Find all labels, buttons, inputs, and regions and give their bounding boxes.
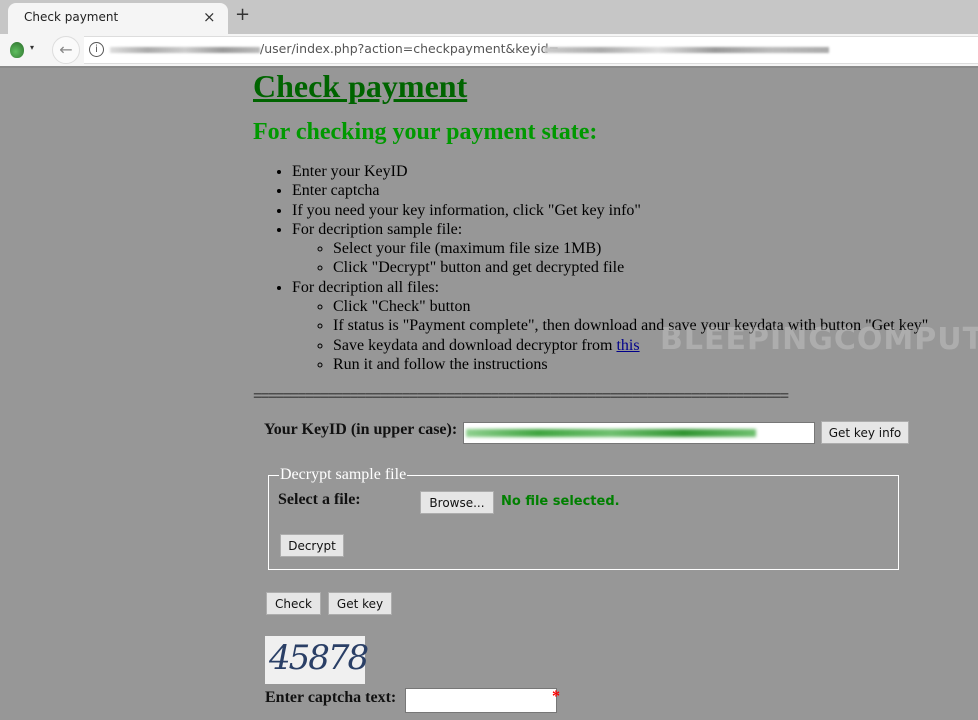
captcha-input[interactable]	[405, 688, 557, 713]
fieldset-legend: Decrypt sample file	[280, 466, 407, 483]
sample-steps-list: Select your file (maximum file size 1MB)…	[292, 239, 953, 278]
list-item: Enter captcha	[292, 181, 953, 200]
list-item: Select your file (maximum file size 1MB)	[333, 239, 953, 258]
get-key-button[interactable]: Get key	[328, 592, 392, 615]
file-status: No file selected.	[501, 494, 620, 509]
keyid-label: Your KeyID (in upper case):	[264, 421, 458, 438]
list-item-label: For decription all files:	[292, 278, 440, 296]
chevron-down-icon[interactable]: ▾	[30, 43, 34, 52]
captcha-image: 45878	[265, 636, 369, 684]
tab-bar: Check payment × +	[0, 0, 978, 34]
close-icon[interactable]: ×	[203, 8, 216, 26]
decrypt-button[interactable]: Decrypt	[280, 534, 344, 557]
list-item: Enter your KeyID	[292, 162, 953, 181]
list-item-label: For decription sample file:	[292, 220, 463, 238]
url-redacted-keyid	[544, 47, 829, 53]
new-tab-icon[interactable]: +	[235, 4, 250, 25]
list-item: If you need your key information, click …	[292, 201, 953, 220]
all-steps-list: Click "Check" button If status is "Payme…	[292, 297, 953, 374]
list-item: If status is "Payment complete", then do…	[333, 316, 953, 335]
address-bar[interactable]: i /user/index.php?action=checkpayment&ke…	[84, 36, 978, 64]
get-key-info-button[interactable]: Get key info	[821, 421, 909, 444]
check-button[interactable]: Check	[266, 592, 321, 615]
list-item: Run it and follow the instructions	[333, 355, 953, 374]
decryptor-link[interactable]: this	[616, 337, 639, 354]
decrypt-sample-fieldset: Decrypt sample file	[268, 466, 899, 570]
page-title: Check payment	[253, 68, 468, 104]
select-file-label: Select a file:	[278, 491, 361, 508]
list-item: Click "Check" button	[333, 297, 953, 316]
tor-onion-icon[interactable]	[10, 42, 24, 58]
tab-check-payment[interactable]: Check payment ×	[8, 3, 228, 34]
keyid-input[interactable]	[463, 422, 815, 444]
separator-line: ========================================…	[253, 390, 789, 405]
list-item: For decription all files: Click "Check" …	[292, 278, 953, 374]
navigation-bar: ▾ ← i /user/index.php?action=checkpaymen…	[0, 34, 978, 68]
list-item-text: Save keydata and download decryptor from	[333, 336, 617, 354]
page-content: Check payment For checking your payment …	[253, 66, 953, 404]
keyid-redacted-value	[466, 429, 756, 437]
info-icon[interactable]: i	[89, 42, 104, 57]
list-item: For decription sample file: Select your …	[292, 220, 953, 278]
tab-title: Check payment	[24, 10, 119, 24]
keyid-row: Your KeyID (in upper case): Get key info	[264, 421, 909, 444]
instructions-list: Enter your KeyID Enter captcha If you ne…	[253, 162, 953, 374]
page-subtitle: For checking your payment state:	[253, 119, 598, 145]
captcha-image-text: 45878	[269, 638, 369, 678]
required-marker: *	[552, 688, 560, 705]
back-button[interactable]: ←	[52, 36, 80, 64]
url-text: /user/index.php?action=checkpayment&keyi…	[260, 41, 560, 56]
browse-button[interactable]: Browse...	[420, 491, 494, 514]
list-item: Click "Decrypt" button and get decrypted…	[333, 258, 953, 277]
captcha-label: Enter captcha text:	[265, 689, 397, 706]
list-item: Save keydata and download decryptor from…	[333, 336, 953, 355]
url-redacted-host	[110, 47, 260, 53]
